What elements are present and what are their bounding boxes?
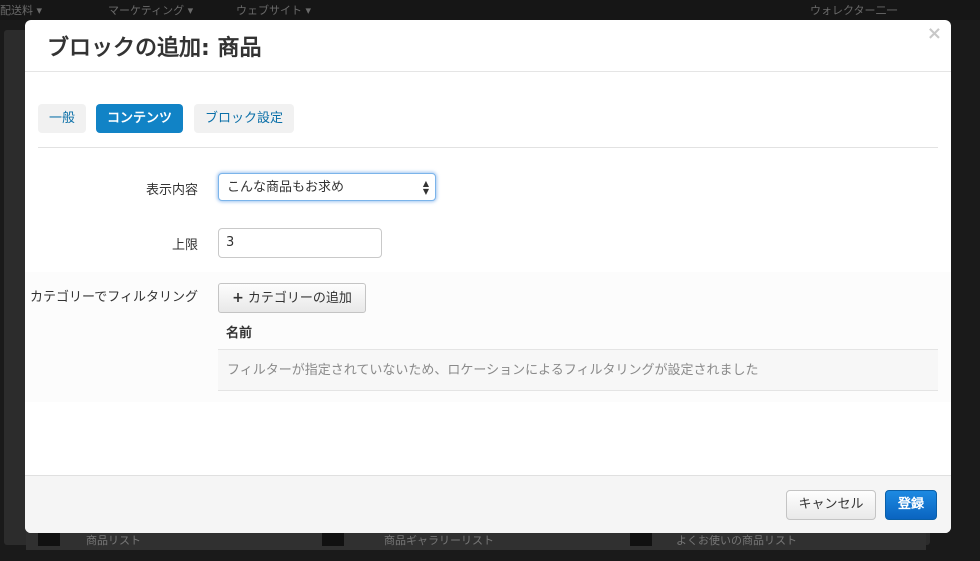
modal-title: ブロックの追加: 商品: [47, 36, 262, 61]
block-thumbnail-icon: [322, 532, 344, 546]
tab-content[interactable]: コンテンツ: [96, 104, 184, 133]
block-thumbnail-icon: [630, 532, 652, 546]
block-thumbnail-icon: [38, 532, 60, 546]
background-menu-item: 配送料 ▾: [0, 4, 43, 17]
background-block-item: 商品リスト: [86, 534, 141, 547]
content-select[interactable]: こんな商品もお求め ▲ ▼: [218, 173, 436, 201]
limit-input[interactable]: 3: [218, 228, 382, 258]
modal-footer: キャンセル 登録: [25, 475, 951, 533]
add-category-label: カテゴリーの追加: [247, 291, 352, 306]
plus-icon: +: [232, 290, 244, 306]
modal-header: ブロックの追加: 商品 ×: [25, 20, 951, 72]
tab-block-settings[interactable]: ブロック設定: [194, 104, 295, 133]
background-block-list: 商品リスト 商品ギャラリーリスト よくお使いの商品リスト: [26, 532, 926, 550]
cancel-button[interactable]: キャンセル: [786, 490, 876, 520]
add-block-modal: ブロックの追加: 商品 × 一般 コンテンツ ブロック設定 表示内容 こんな商品…: [25, 20, 951, 533]
content-select-value: こんな商品もお求め: [227, 180, 345, 195]
tab-divider: [38, 147, 938, 148]
content-label: 表示内容: [145, 183, 198, 198]
background-block-item: 商品ギャラリーリスト: [384, 534, 494, 547]
submit-button[interactable]: 登録: [885, 490, 937, 520]
tab-general[interactable]: 一般: [38, 104, 87, 133]
background-menu-item: マーケティング ▾: [108, 4, 194, 17]
limit-label: 上限: [171, 238, 198, 253]
background-top-menu: 配送料 ▾ マーケティング ▾ ウェブサイト ▾ ウォレクター二一: [0, 0, 980, 20]
add-category-button[interactable]: + カテゴリーの追加: [218, 283, 366, 313]
category-filter-label: カテゴリーでフィルタリング: [30, 290, 198, 305]
background-menu-item: ウェブサイト ▾: [236, 4, 312, 17]
select-arrows-icon: ▲ ▼: [422, 179, 429, 196]
name-column-header: 名前: [226, 326, 253, 341]
close-icon[interactable]: ×: [927, 23, 942, 44]
background-user-menu: ウォレクター二一: [810, 4, 898, 17]
background-block-item: よくお使いの商品リスト: [676, 534, 797, 547]
empty-filter-message: フィルターが指定されていないため、ロケーションによるフィルタリングが設定されまし…: [218, 349, 938, 391]
